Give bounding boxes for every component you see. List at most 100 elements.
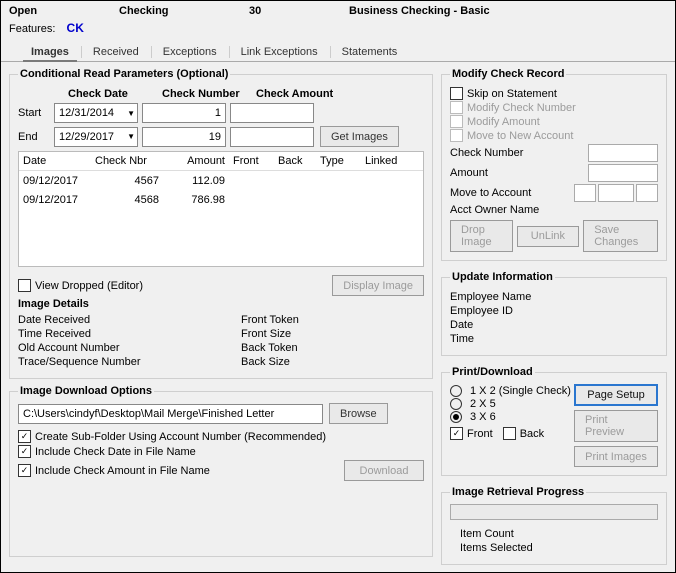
image-details-heading: Image Details bbox=[18, 298, 424, 310]
unlink-button[interactable]: UnLink bbox=[517, 226, 580, 247]
move-new-account-checkbox bbox=[450, 129, 463, 142]
feature-link-ck[interactable]: CK bbox=[67, 21, 84, 35]
retrieval-progress-group: Image Retrieval Progress Item Count Item… bbox=[441, 486, 667, 565]
grid-col-date[interactable]: Date bbox=[19, 155, 91, 167]
check-number-label: Check Number bbox=[450, 147, 523, 159]
grid-col-linked[interactable]: Linked bbox=[361, 155, 411, 167]
table-row[interactable]: 09/12/2017 4568 786.98 bbox=[19, 190, 423, 209]
include-date-label: Include Check Date in File Name bbox=[35, 446, 196, 458]
modify-check-number-label: Modify Check Number bbox=[467, 102, 576, 114]
item-count-label: Item Count bbox=[450, 528, 658, 540]
grid-col-front[interactable]: Front bbox=[229, 155, 274, 167]
modify-check-number-checkbox bbox=[450, 101, 463, 114]
download-options-group: Image Download Options C:\Users\cindyf\D… bbox=[9, 385, 433, 557]
grid-col-checknbr[interactable]: Check Nbr bbox=[91, 155, 163, 167]
chevron-down-icon: ▼ bbox=[127, 109, 135, 118]
end-amount-input[interactable] bbox=[230, 127, 314, 147]
acct-owner-name: Acct Owner Name bbox=[450, 204, 658, 216]
browse-button[interactable]: Browse bbox=[329, 403, 388, 424]
end-date-input[interactable]: 12/29/2017▼ bbox=[54, 127, 138, 147]
check-number-input[interactable] bbox=[588, 144, 658, 162]
check-grid[interactable]: Date Check Nbr Amount Front Back Type Li… bbox=[18, 151, 424, 267]
drop-image-button[interactable]: Drop Image bbox=[450, 220, 513, 252]
date-received-label: Date Received bbox=[18, 314, 201, 326]
table-row bbox=[19, 209, 423, 228]
amount-input[interactable] bbox=[588, 164, 658, 182]
status-label: Open bbox=[9, 5, 119, 17]
include-date-checkbox[interactable] bbox=[18, 445, 31, 458]
tab-images[interactable]: Images bbox=[19, 43, 81, 61]
tab-exceptions[interactable]: Exceptions bbox=[151, 43, 229, 61]
items-selected-label: Items Selected bbox=[450, 542, 658, 554]
print-preview-button[interactable]: Print Preview bbox=[574, 410, 658, 442]
include-amount-label: Include Check Amount in File Name bbox=[35, 465, 210, 477]
view-dropped-label: View Dropped (Editor) bbox=[35, 280, 143, 292]
table-row[interactable]: 09/12/2017 4567 112.09 bbox=[19, 171, 423, 190]
front-checkbox[interactable] bbox=[450, 427, 463, 440]
get-images-button[interactable]: Get Images bbox=[320, 126, 399, 147]
chevron-down-icon: ▼ bbox=[127, 132, 135, 141]
update-date-label: Date bbox=[450, 319, 658, 331]
skip-statement-checkbox[interactable] bbox=[450, 87, 463, 100]
tab-statements[interactable]: Statements bbox=[330, 43, 410, 61]
move-account-input-3[interactable] bbox=[636, 184, 658, 202]
end-label: End bbox=[18, 131, 50, 143]
tab-bar: Images Received Exceptions Link Exceptio… bbox=[1, 43, 675, 62]
conditional-read-legend: Conditional Read Parameters (Optional) bbox=[18, 68, 230, 80]
features-label: Features: bbox=[9, 23, 55, 35]
start-amount-input[interactable] bbox=[230, 103, 314, 123]
start-label: Start bbox=[18, 107, 50, 119]
modify-check-legend: Modify Check Record bbox=[450, 68, 566, 80]
include-amount-checkbox[interactable] bbox=[18, 464, 31, 477]
col-check-number: Check Number bbox=[162, 88, 248, 100]
update-time-label: Time bbox=[450, 333, 658, 345]
front-label: Front bbox=[467, 428, 493, 440]
download-path-input[interactable]: C:\Users\cindyf\Desktop\Mail Merge\Finis… bbox=[18, 404, 323, 424]
end-number-input[interactable]: 19 bbox=[142, 127, 226, 147]
modify-check-group: Modify Check Record Skip on Statement Mo… bbox=[441, 68, 667, 261]
update-info-group: Update Information Employee Name Employe… bbox=[441, 271, 667, 356]
print-images-button[interactable]: Print Images bbox=[574, 446, 658, 467]
grid-col-amount[interactable]: Amount bbox=[163, 155, 229, 167]
col-check-date: Check Date bbox=[68, 88, 154, 100]
move-account-input-1[interactable] bbox=[574, 184, 596, 202]
amount-label: Amount bbox=[450, 167, 488, 179]
download-button[interactable]: Download bbox=[344, 460, 424, 481]
tab-received[interactable]: Received bbox=[81, 43, 151, 61]
update-info-legend: Update Information bbox=[450, 271, 555, 283]
progress-bar bbox=[450, 504, 658, 520]
front-token-label: Front Token bbox=[241, 314, 424, 326]
start-date-input[interactable]: 12/31/2014▼ bbox=[54, 103, 138, 123]
employee-name-label: Employee Name bbox=[450, 291, 658, 303]
modify-amount-checkbox bbox=[450, 115, 463, 128]
move-account-input-2[interactable] bbox=[598, 184, 634, 202]
acct-type: Checking bbox=[119, 5, 249, 17]
page-setup-button[interactable]: Page Setup bbox=[574, 384, 658, 406]
skip-statement-label: Skip on Statement bbox=[467, 88, 557, 100]
back-token-label: Back Token bbox=[241, 342, 424, 354]
view-dropped-checkbox[interactable] bbox=[18, 279, 31, 292]
tab-link-exceptions[interactable]: Link Exceptions bbox=[229, 43, 330, 61]
employee-id-label: Employee ID bbox=[450, 305, 658, 317]
grid-col-back[interactable]: Back bbox=[274, 155, 316, 167]
table-row bbox=[19, 228, 423, 247]
print-download-group: Print/Download 1 X 2 (Single Check) 2 X … bbox=[441, 366, 667, 476]
move-to-account-label: Move to Account bbox=[450, 187, 531, 199]
back-label: Back bbox=[520, 428, 544, 440]
old-account-number-label: Old Account Number bbox=[18, 342, 201, 354]
radio-1x2[interactable]: 1 X 2 (Single Check) bbox=[450, 385, 571, 397]
back-checkbox[interactable] bbox=[503, 427, 516, 440]
grid-col-type[interactable]: Type bbox=[316, 155, 361, 167]
start-number-input[interactable]: 1 bbox=[142, 103, 226, 123]
acct-number: 30 bbox=[249, 5, 349, 17]
radio-3x6[interactable]: 3 X 6 bbox=[450, 411, 571, 423]
col-check-amount: Check Amount bbox=[256, 88, 342, 100]
save-changes-button[interactable]: Save Changes bbox=[583, 220, 658, 252]
front-size-label: Front Size bbox=[241, 328, 424, 340]
radio-2x5[interactable]: 2 X 5 bbox=[450, 398, 571, 410]
back-size-label: Back Size bbox=[241, 356, 424, 368]
trace-sequence-label: Trace/Sequence Number bbox=[18, 356, 201, 368]
display-image-button[interactable]: Display Image bbox=[332, 275, 424, 296]
time-received-label: Time Received bbox=[18, 328, 201, 340]
create-subfolder-checkbox[interactable] bbox=[18, 430, 31, 443]
